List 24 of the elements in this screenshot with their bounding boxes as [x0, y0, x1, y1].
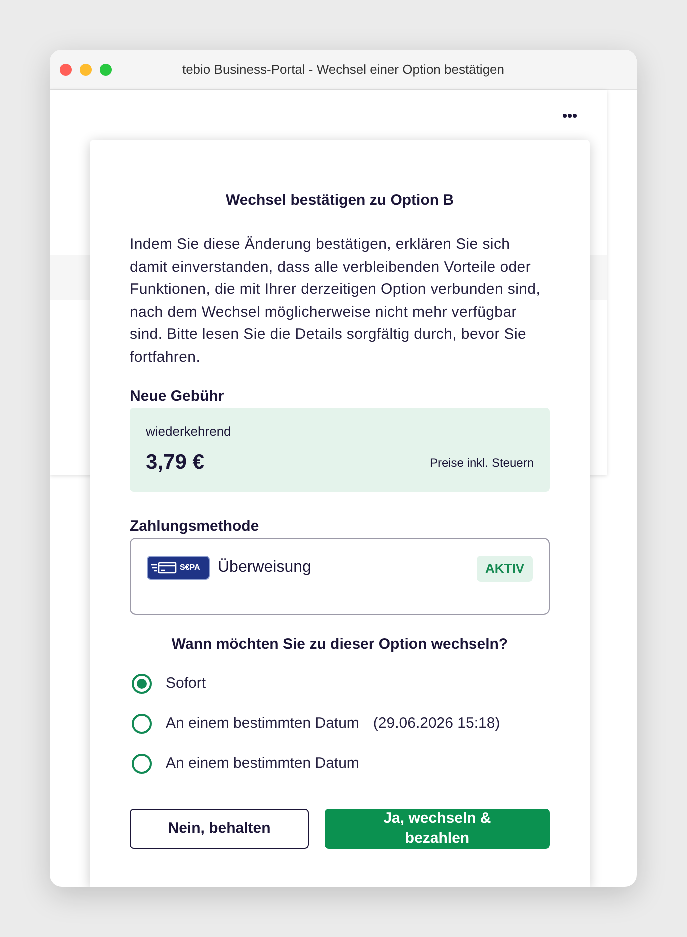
card-icon: [151, 562, 177, 574]
dialog-title: Wechsel bestätigen zu Option B: [224, 191, 456, 211]
payment-method-name: Überweisung: [218, 558, 312, 578]
fee-amount: 3,79 €: [146, 450, 204, 476]
radio-button[interactable]: [132, 674, 152, 694]
radio-button[interactable]: [132, 714, 152, 734]
payment-heading: Zahlungsmethode: [130, 516, 260, 537]
status-badge: AKTIV: [477, 556, 533, 582]
fee-frequency: wiederkehrend: [146, 422, 232, 441]
more-icon[interactable]: [563, 114, 577, 118]
option-label[interactable]: An einem bestimmten Datum: [166, 754, 360, 774]
window-title: tebio Business-Portal - Wechsel einer Option bestätigen: [182, 60, 505, 79]
schedule-question: Wann möchten Sie zu dieser Option wechseln?: [170, 634, 510, 655]
close-button[interactable]: [60, 64, 72, 76]
fee-heading: Neue Gebühr: [130, 386, 226, 407]
tax-note: Preise inkl. Steuern: [430, 454, 534, 471]
logo-text: S€PA: [180, 562, 200, 574]
radio-button[interactable]: [132, 754, 152, 774]
option-label[interactable]: Sofort: [166, 674, 206, 694]
option-date: (29.06.2026 15:18): [373, 714, 500, 734]
dialog-description: Indem Sie diese Änderung bestätigen, erklären Sie sich damit einverstanden, dass alle verbleibenden Vorteile oder Funktionen, die mit Ihrer derzeitigen Option verbunden sind, nach dem Wechsel möglicherweise nicht mehr verfügbar sind. Bitte lesen Sie die Details sorgfältig durch, bevor Sie fortfahren.: [130, 235, 542, 368]
confirm-button[interactable]: Ja, wechseln & bezahlen: [325, 808, 550, 849]
keep-button[interactable]: Nein, behalten: [130, 808, 309, 849]
option-label[interactable]: An einem bestimmten Datum: [166, 714, 360, 734]
